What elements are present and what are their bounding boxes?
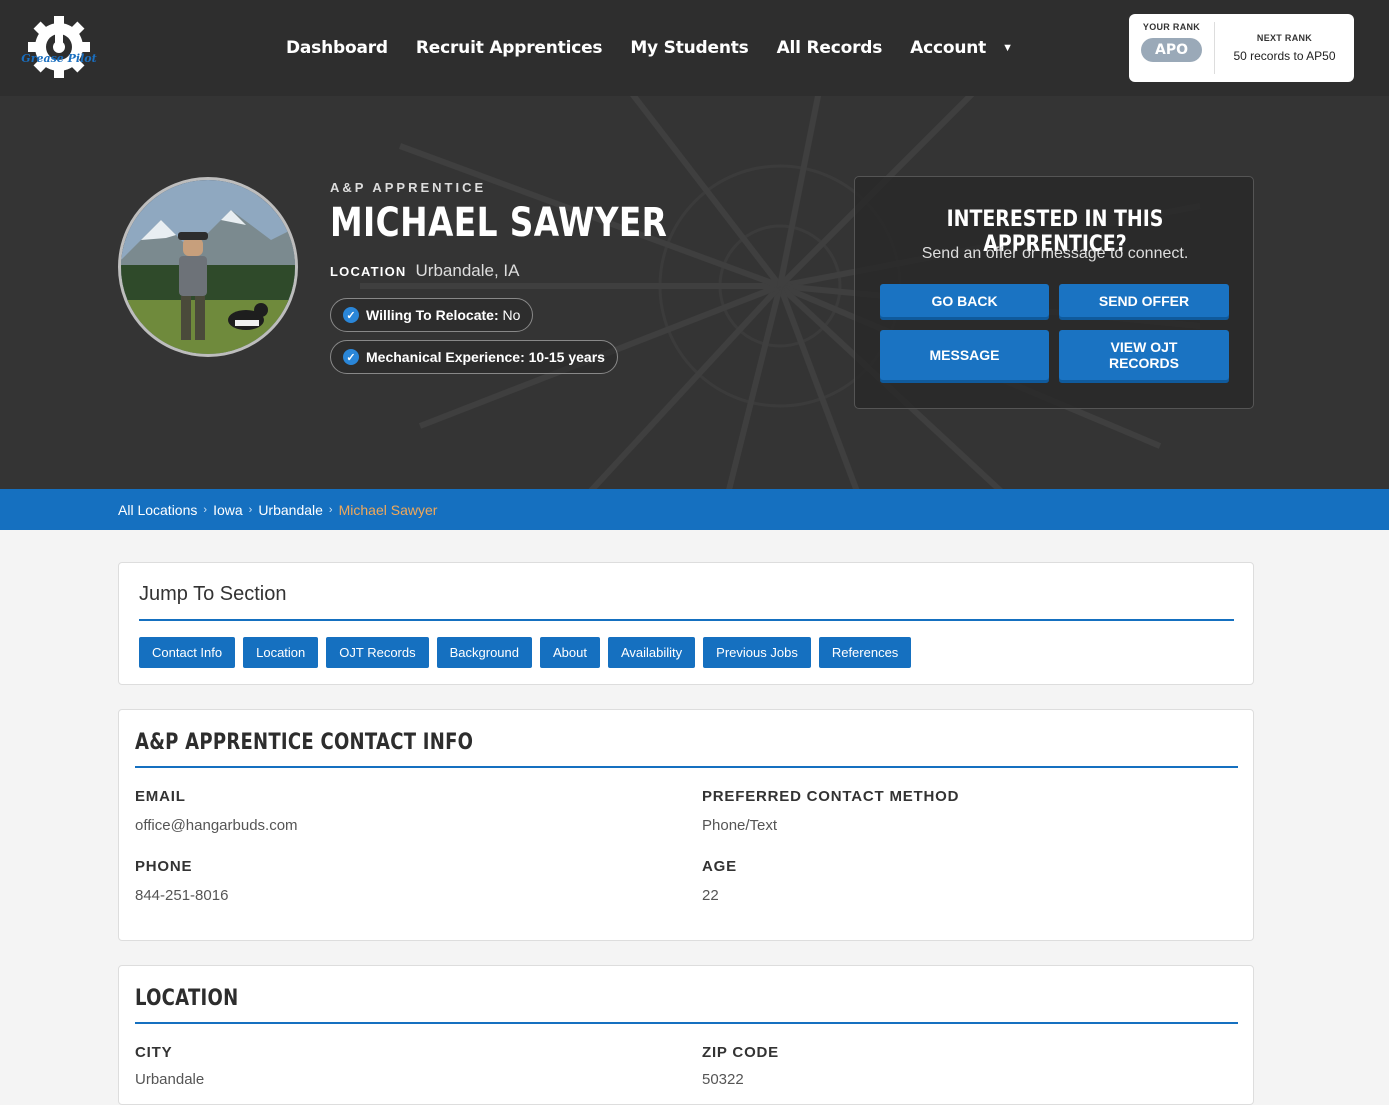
experience-chip: ✓ Mechanical Experience: 10-15 years — [330, 340, 618, 374]
breadcrumb-separator: › — [248, 503, 253, 516]
phone-value[interactable]: 844-251-8016 — [135, 887, 228, 904]
experience-label: Mechanical Experience: — [366, 349, 525, 365]
message-button[interactable]: MESSAGE — [880, 330, 1049, 380]
jump-references[interactable]: References — [818, 637, 912, 668]
jump-buttons: Contact Info Location OJT Records Backgr… — [139, 637, 919, 668]
breadcrumb-separator: › — [203, 503, 208, 516]
grease-pilot-logo[interactable]: Grease Pilot — [18, 14, 100, 80]
nav-all-records[interactable]: All Records — [777, 38, 883, 58]
offer-panel: INTERESTED IN THIS APPRENTICE? Send an o… — [854, 176, 1254, 409]
city-label: CITY — [135, 1044, 173, 1061]
view-ojt-line2: RECORDS — [1108, 355, 1179, 371]
location-value: Urbandale, IA — [415, 261, 520, 280]
profile-name: MICHAEL SAWYER — [330, 200, 668, 246]
relocate-label: Willing To Relocate: — [366, 307, 499, 323]
breadcrumb-urbandale[interactable]: Urbandale — [258, 502, 323, 518]
breadcrumb-all-locations[interactable]: All Locations — [118, 502, 197, 518]
breadcrumb-separator: › — [328, 503, 333, 516]
jump-contact-info[interactable]: Contact Info — [139, 637, 236, 668]
top-nav: Grease Pilot Dashboard Recruit Apprentic… — [0, 0, 1389, 96]
your-rank-badge: APO — [1141, 38, 1202, 62]
next-rank-value: 50 records to AP50 — [1233, 49, 1336, 63]
location-label: LOCATION — [330, 264, 407, 279]
nav-dashboard[interactable]: Dashboard — [286, 38, 388, 58]
nav-my-students[interactable]: My Students — [630, 38, 748, 58]
nav-recruit-apprentices[interactable]: Recruit Apprentices — [416, 38, 603, 58]
breadcrumb-iowa[interactable]: Iowa — [213, 502, 243, 518]
breadcrumb-current: Michael Sawyer — [338, 501, 438, 518]
profile-avatar — [118, 177, 298, 357]
jump-background[interactable]: Background — [436, 637, 532, 668]
contact-method-label: PREFERRED CONTACT METHOD — [702, 788, 960, 805]
profile-hero: A&P APPRENTICE MICHAEL SAWYER LOCATION U… — [0, 96, 1389, 489]
zip-label: ZIP CODE — [702, 1044, 779, 1061]
gear-icon — [28, 16, 90, 78]
profile-role: A&P APPRENTICE — [330, 180, 487, 195]
send-offer-button[interactable]: SEND OFFER — [1059, 284, 1229, 317]
go-back-button[interactable]: GO BACK — [880, 284, 1049, 317]
contact-section-title: A&P APPRENTICE CONTACT INFO — [135, 730, 474, 755]
jump-title: Jump To Section — [139, 583, 287, 605]
main-menu: Dashboard Recruit Apprentices My Student… — [272, 0, 1013, 96]
divider — [135, 1022, 1238, 1024]
rank-widget: YOUR RANK APO NEXT RANK 50 records to AP… — [1129, 14, 1354, 82]
check-icon: ✓ — [343, 349, 359, 365]
jump-previous-jobs[interactable]: Previous Jobs — [703, 637, 811, 668]
location-section-title: LOCATION — [135, 986, 239, 1011]
jump-location[interactable]: Location — [243, 637, 319, 668]
divider — [139, 619, 1234, 621]
jump-about[interactable]: About — [540, 637, 600, 668]
nav-account[interactable]: Account — [910, 38, 986, 58]
next-rank-label: NEXT RANK — [1256, 33, 1313, 43]
profile-location: LOCATION Urbandale, IA — [330, 261, 519, 281]
your-rank-label: YOUR RANK — [1142, 22, 1201, 32]
contact-info-card: A&P APPRENTICE CONTACT INFO EMAIL office… — [118, 709, 1254, 941]
divider — [135, 766, 1238, 768]
email-label: EMAIL — [135, 788, 186, 805]
caret-down-icon[interactable]: ▼ — [1002, 42, 1013, 54]
view-ojt-records-button[interactable]: VIEW OJT RECORDS — [1059, 330, 1229, 380]
check-icon: ✓ — [343, 307, 359, 323]
relocate-value: No — [502, 307, 521, 323]
offer-subtitle: Send an offer or message to connect. — [921, 245, 1189, 262]
jump-to-section-card: Jump To Section Contact Info Location OJ… — [118, 562, 1254, 685]
phone-label: PHONE — [135, 858, 193, 875]
experience-value: 10-15 years — [528, 349, 605, 365]
location-card: LOCATION CITY Urbandale ZIP CODE 50322 — [118, 965, 1254, 1105]
email-value[interactable]: office@hangarbuds.com — [135, 817, 298, 834]
view-ojt-line1: VIEW OJT — [1110, 339, 1178, 355]
age-label: AGE — [702, 858, 737, 875]
relocate-chip: ✓ Willing To Relocate: No — [330, 298, 534, 332]
contact-method-value: Phone/Text — [702, 817, 778, 834]
age-value: 22 — [702, 887, 719, 904]
jump-availability[interactable]: Availability — [607, 637, 696, 668]
breadcrumb: All Locations › Iowa › Urbandale › Micha… — [0, 489, 1389, 530]
logo-text: Grease Pilot — [21, 52, 97, 65]
jump-ojt-records[interactable]: OJT Records — [326, 637, 429, 668]
